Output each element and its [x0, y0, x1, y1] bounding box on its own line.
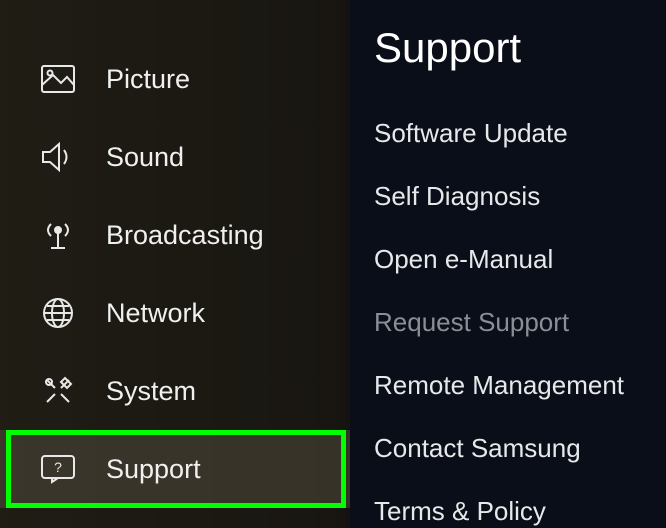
- sidebar-item-support[interactable]: ? Support: [0, 430, 350, 508]
- settings-screen: Picture Sound Broadcasting Network: [0, 0, 666, 528]
- sub-item-contact-samsung[interactable]: Contact Samsung: [374, 417, 646, 480]
- detail-panel: Support Software Update Self Diagnosis O…: [350, 0, 666, 528]
- sub-item-software-update[interactable]: Software Update: [374, 102, 646, 165]
- sidebar-item-broadcasting[interactable]: Broadcasting: [0, 196, 350, 274]
- sidebar-item-network[interactable]: Network: [0, 274, 350, 352]
- sidebar-item-sound[interactable]: Sound: [0, 118, 350, 196]
- sidebar-item-picture[interactable]: Picture: [0, 40, 350, 118]
- sound-icon: [38, 137, 78, 177]
- sub-item-self-diagnosis[interactable]: Self Diagnosis: [374, 165, 646, 228]
- sub-item-open-e-manual[interactable]: Open e-Manual: [374, 228, 646, 291]
- sidebar-item-label: Sound: [106, 142, 184, 173]
- sidebar-item-label: Network: [106, 298, 205, 329]
- sidebar-item-label: Support: [106, 454, 201, 485]
- sidebar-item-label: Broadcasting: [106, 220, 264, 251]
- sub-item-request-support: Request Support: [374, 291, 646, 354]
- sidebar: Picture Sound Broadcasting Network: [0, 0, 350, 528]
- sidebar-item-label: System: [106, 376, 196, 407]
- broadcasting-icon: [38, 215, 78, 255]
- system-icon: [38, 371, 78, 411]
- sub-item-remote-management[interactable]: Remote Management: [374, 354, 646, 417]
- support-icon: ?: [38, 449, 78, 489]
- sidebar-item-label: Picture: [106, 64, 190, 95]
- network-icon: [38, 293, 78, 333]
- sidebar-menu: Picture Sound Broadcasting Network: [0, 0, 350, 508]
- picture-icon: [38, 59, 78, 99]
- svg-text:?: ?: [54, 459, 62, 475]
- panel-title: Support: [374, 24, 646, 72]
- sidebar-item-system[interactable]: System: [0, 352, 350, 430]
- sub-item-terms-policy[interactable]: Terms & Policy: [374, 480, 646, 528]
